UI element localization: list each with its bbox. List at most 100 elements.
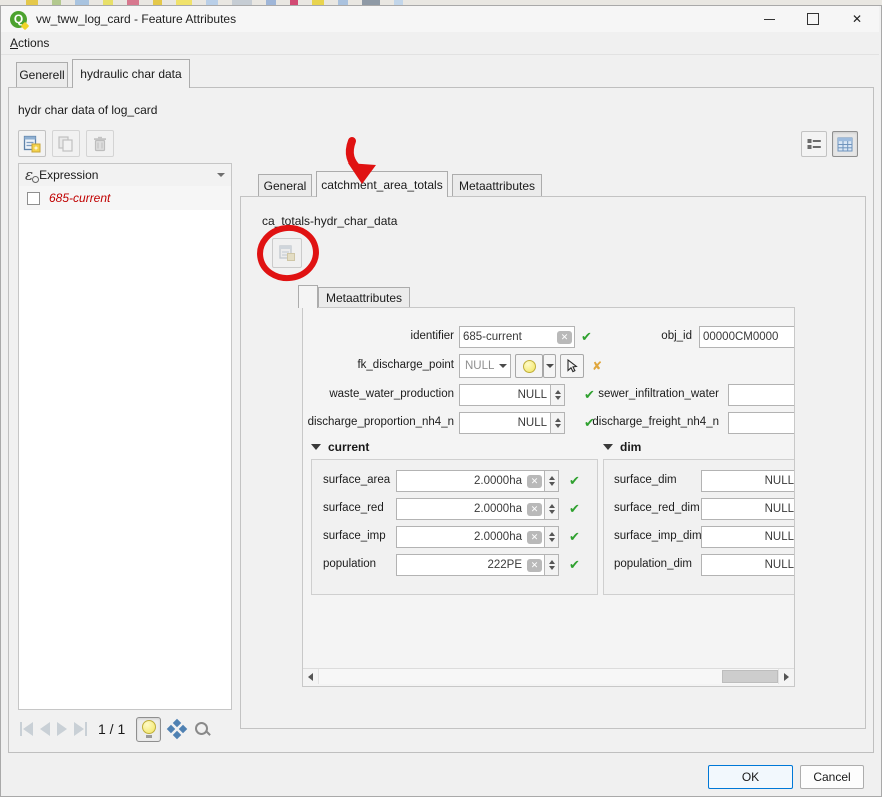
duplicate-icon <box>57 135 75 153</box>
close-button[interactable]: ✕ <box>835 6 879 32</box>
lightbulb-icon <box>523 360 536 373</box>
scrollbar-track[interactable] <box>318 669 779 684</box>
form-add-icon <box>23 135 41 153</box>
highlight-dropdown-button[interactable] <box>543 354 556 378</box>
scroll-right-button[interactable] <box>779 669 794 684</box>
surface-dim-input[interactable]: NULL ✕ <box>701 470 795 492</box>
qgis-logo-icon: Q <box>10 11 27 28</box>
sewer-infiltration-water-input[interactable]: NULL <box>728 384 795 406</box>
highlight-related-button[interactable] <box>515 354 543 378</box>
cancel-button[interactable]: Cancel <box>800 765 864 789</box>
select-on-map-button[interactable] <box>560 354 584 378</box>
delete-feature-button[interactable] <box>86 130 114 157</box>
tab-general[interactable]: General <box>258 174 312 196</box>
table-view-toggle-button[interactable] <box>832 131 858 157</box>
feature-position-indicator: 1 / 1 <box>98 721 125 737</box>
title-bar[interactable]: Q vw_tww_log_card - Feature Attributes ✕ <box>1 6 879 32</box>
pan-to-feature-button[interactable] <box>168 720 186 738</box>
window-title: vw_tww_log_card - Feature Attributes <box>36 12 236 26</box>
clear-value-icon[interactable]: ✕ <box>527 559 542 572</box>
population-input[interactable]: 222PE ✕ <box>396 554 559 576</box>
ok-button[interactable]: OK <box>708 765 793 789</box>
form-view-toggle-button[interactable] <box>801 131 827 157</box>
minimize-button[interactable] <box>747 6 791 32</box>
add-child-feature-button[interactable] <box>18 130 46 157</box>
constraint-valid-icon: ✔ <box>569 557 580 573</box>
constraint-valid-icon: ✔ <box>569 501 580 517</box>
surface-red-label: surface_red <box>323 502 384 514</box>
previous-feature-icon <box>40 722 50 736</box>
spinbox-arrows[interactable] <box>544 499 558 519</box>
clear-value-icon[interactable]: ✕ <box>527 531 542 544</box>
collapse-icon <box>603 444 613 450</box>
surface-area-input[interactable]: 2.0000ha ✕ <box>396 470 559 492</box>
constraint-warning-icon: ✘ <box>592 359 602 373</box>
feature-list-item[interactable]: 685-current <box>19 186 231 210</box>
horizontal-scrollbar[interactable] <box>303 668 794 684</box>
spinbox-arrows[interactable] <box>544 527 558 547</box>
form-add-icon-disabled <box>278 244 296 262</box>
sort-indicator-icon <box>217 173 225 177</box>
constraint-valid-icon: ✔ <box>569 529 580 545</box>
obj-id-label: obj_id <box>661 330 692 342</box>
scroll-left-button[interactable] <box>303 669 318 684</box>
combo-dropdown-icon <box>499 364 507 368</box>
feature-checkbox[interactable] <box>27 192 40 205</box>
surface-red-dim-label: surface_red_dim <box>614 502 700 514</box>
trash-icon <box>91 135 109 153</box>
dim-group-header[interactable]: dim <box>603 440 641 454</box>
spinbox-arrows[interactable] <box>550 413 564 433</box>
highlight-feature-toggle[interactable] <box>136 717 161 742</box>
clear-value-icon[interactable]: ✕ <box>527 503 542 516</box>
fk-discharge-point-combo[interactable]: NULL <box>459 354 511 378</box>
sewer-infiltration-water-label: sewer_infiltration_water <box>598 388 719 400</box>
population-dim-input[interactable]: NULL ✕ <box>701 554 795 576</box>
last-feature-button[interactable] <box>74 722 87 736</box>
constraint-valid-icon: ✔ <box>569 473 580 489</box>
surface-imp-dim-input[interactable]: NULL ✕ <box>701 526 795 548</box>
collapse-icon <box>311 444 321 450</box>
previous-feature-button[interactable] <box>40 722 50 736</box>
tab-metaattributes[interactable]: Metaattributes <box>452 174 542 196</box>
feature-item-label: 685-current <box>49 191 110 205</box>
surface-red-dim-input[interactable]: NULL ✕ <box>701 498 795 520</box>
tab-nested-metaattributes[interactable]: Metaattributes <box>318 287 410 308</box>
clear-value-icon[interactable]: ✕ <box>527 475 542 488</box>
zoom-to-feature-button[interactable] <box>193 720 211 738</box>
attribute-form-scroll-area: identifier ✕ ✔ obj_id fk_discharge_point… <box>302 307 795 687</box>
spinbox-arrows[interactable] <box>544 471 558 491</box>
panel-heading: hydr char data of log_card <box>18 103 157 117</box>
tab-catchment-area-totals[interactable]: catchment_area_totals <box>316 171 448 197</box>
clear-value-icon[interactable]: ✕ <box>557 331 572 344</box>
tab-nested-blank[interactable] <box>298 285 318 308</box>
duplicate-feature-button[interactable] <box>52 130 80 157</box>
next-feature-button[interactable] <box>57 722 67 736</box>
expression-column-header[interactable]: ε Expression <box>18 163 232 187</box>
surface-imp-input[interactable]: 2.0000ha ✕ <box>396 526 559 548</box>
constraint-valid-icon: ✔ <box>581 329 592 345</box>
link-feature-button[interactable] <box>272 238 302 268</box>
map-identify-cursor-icon <box>565 359 579 373</box>
first-feature-button[interactable] <box>20 722 33 736</box>
surface-red-input[interactable]: 2.0000ha ✕ <box>396 498 559 520</box>
spinbox-arrows[interactable] <box>550 385 564 405</box>
current-group-header[interactable]: current <box>311 440 369 454</box>
feature-navigation: 1 / 1 <box>20 716 211 742</box>
tab-generell[interactable]: Generell <box>16 62 68 87</box>
relation-group-label: ca_totals-hydr_char_data <box>262 214 397 228</box>
menu-actions[interactable]: Actions <box>1 36 58 50</box>
surface-dim-label: surface_dim <box>614 474 677 486</box>
scrollbar-thumb[interactable] <box>722 670 778 683</box>
feature-list[interactable]: 685-current <box>18 186 232 710</box>
waste-water-production-input[interactable]: NULL <box>459 384 565 406</box>
obj-id-input[interactable] <box>699 326 795 348</box>
tab-hydraulic-char-data[interactable]: hydraulic char data <box>72 59 190 88</box>
spinbox-arrows[interactable] <box>544 555 558 575</box>
discharge-freight-nh4-n-input[interactable]: NULL <box>728 412 795 434</box>
identifier-input[interactable]: ✕ <box>459 326 575 348</box>
discharge-proportion-nh4-n-input[interactable]: NULL <box>459 412 565 434</box>
last-feature-icon <box>74 722 84 736</box>
maximize-button[interactable] <box>791 6 835 32</box>
lightbulb-icon <box>142 720 156 734</box>
surface-imp-label: surface_imp <box>323 530 386 542</box>
